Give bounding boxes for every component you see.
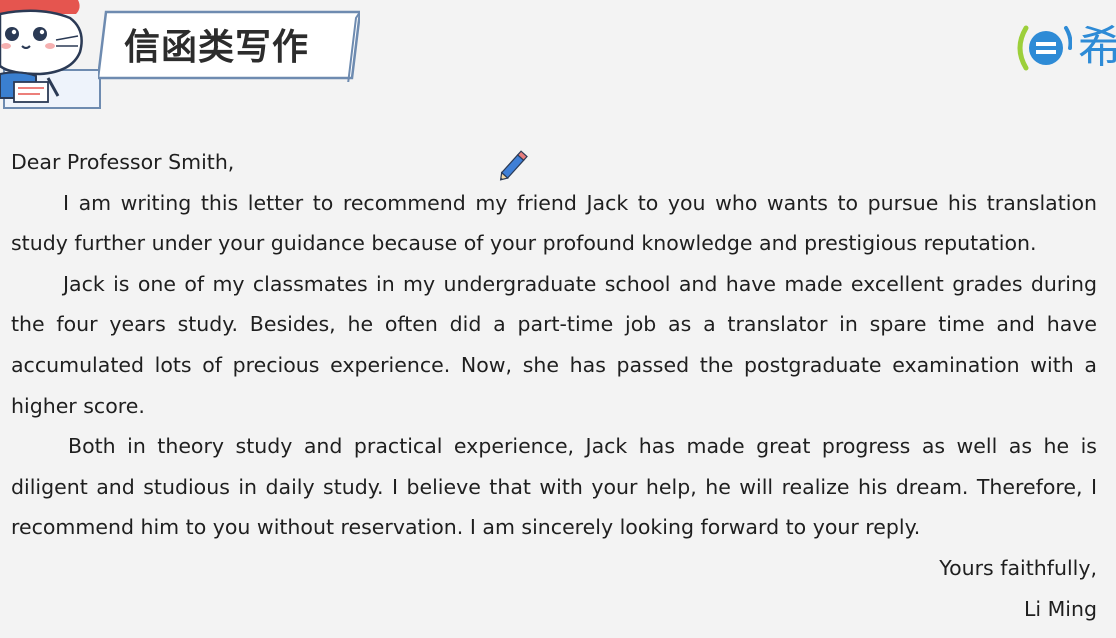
letter-body: Dear Professor Smith, I am writing this … bbox=[11, 142, 1097, 629]
letter-paragraph: Both in theory study and practical exper… bbox=[11, 434, 1097, 540]
mascot-cat-icon bbox=[0, 0, 101, 109]
letter-paragraph: I am writing this letter to recommend my… bbox=[11, 190, 1097, 256]
letter-closing: Yours faithfully, bbox=[939, 555, 1097, 580]
letter-signature: Li Ming bbox=[1023, 596, 1097, 621]
letter-paragraph: Jack is one of my classmates in my under… bbox=[11, 271, 1097, 418]
letter-salutation: Dear Professor Smith, bbox=[11, 150, 235, 174]
page-title: 信函类写作 bbox=[124, 27, 310, 68]
brand-logo-icon bbox=[1017, 25, 1072, 71]
brand-name: 希 bbox=[1078, 22, 1116, 73]
